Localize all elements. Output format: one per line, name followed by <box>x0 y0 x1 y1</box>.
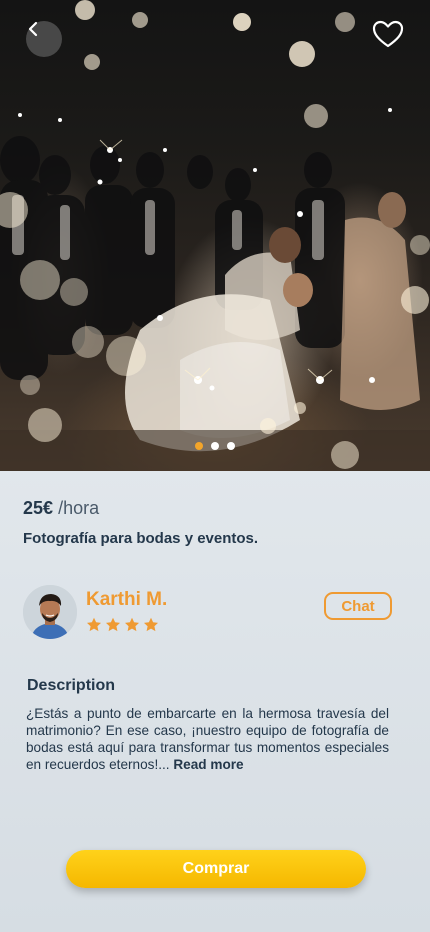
chat-button[interactable]: Chat <box>324 592 392 620</box>
description-text: ¿Estás a punto de embarcarte en la hermo… <box>26 705 389 773</box>
carousel-dot-3[interactable] <box>227 442 235 450</box>
star-icon <box>106 617 120 632</box>
heart-outline-icon <box>372 20 404 48</box>
favorite-button[interactable] <box>372 20 408 56</box>
hero-photo <box>0 0 430 471</box>
rating-stars <box>86 617 159 633</box>
carousel-indicator <box>0 442 430 450</box>
price-unit: /hora <box>58 498 100 518</box>
star-icon <box>87 617 101 632</box>
back-button[interactable] <box>26 21 62 57</box>
star-icon <box>144 617 158 632</box>
avatar[interactable] <box>23 585 77 639</box>
star-icon <box>125 617 139 632</box>
carousel-dot-1[interactable] <box>195 442 203 450</box>
price: 25€ /hora <box>23 498 99 519</box>
person-avatar-icon <box>23 585 77 639</box>
buy-button[interactable]: Comprar <box>66 850 366 888</box>
carousel-dot-2[interactable] <box>211 442 219 450</box>
chevron-left-icon <box>28 21 38 37</box>
description-heading: Description <box>27 677 116 694</box>
service-title: Fotografía para bodas y eventos. <box>23 530 259 547</box>
read-more-link[interactable]: Read more <box>173 757 243 772</box>
wedding-photo-illustration <box>0 0 430 471</box>
provider-name[interactable]: Karthi M. <box>86 589 167 611</box>
price-amount: 25€ <box>23 498 54 518</box>
